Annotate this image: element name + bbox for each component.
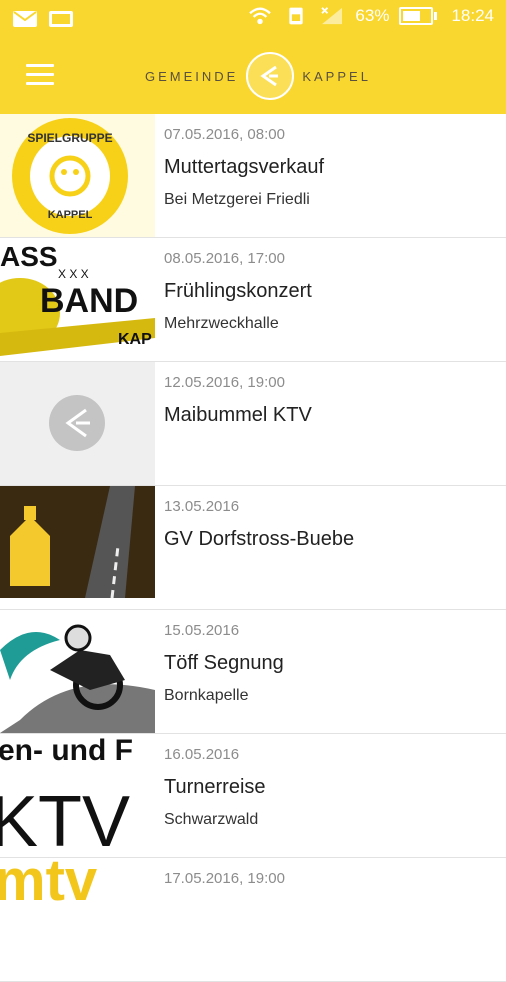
menu-icon bbox=[26, 64, 54, 67]
event-thumbnail: mtv bbox=[0, 858, 155, 981]
event-item[interactable]: en- und F KTV 16.05.2016 Turnerreise Sch… bbox=[0, 734, 506, 858]
wifi-icon bbox=[249, 7, 272, 25]
clock: 18:24 bbox=[451, 6, 494, 25]
thumb-text: KTV bbox=[0, 782, 130, 857]
event-date: 17.05.2016, 19:00 bbox=[164, 870, 285, 887]
event-list: SPIELGRUPPE KAPPEL 07.05.2016, 08:00 Mut… bbox=[0, 114, 506, 982]
mail-icon bbox=[13, 11, 37, 27]
event-thumbnail bbox=[0, 610, 155, 733]
event-thumbnail: en- und F KTV bbox=[0, 734, 155, 857]
event-thumbnail bbox=[0, 362, 155, 485]
logo-text-right: KAPPEL bbox=[302, 68, 371, 84]
event-location: Mehrzweckhalle bbox=[164, 315, 279, 332]
app-bar: GEMEINDE KAPPEL bbox=[0, 38, 506, 114]
status-bar: 63% 18:24 bbox=[0, 0, 506, 38]
thumb-text: BAND bbox=[40, 282, 138, 320]
event-title: Maibummel KTV bbox=[164, 404, 312, 426]
event-title: Töff Segnung bbox=[164, 652, 284, 674]
event-location: Schwarzwald bbox=[164, 811, 259, 828]
event-thumbnail: SPIELGRUPPE KAPPEL bbox=[0, 114, 155, 237]
event-item[interactable]: 15.05.2016 Töff Segnung Bornkapelle bbox=[0, 610, 506, 734]
event-date: 08.05.2016, 17:00 bbox=[164, 250, 285, 267]
thumb-text: ASS bbox=[0, 241, 58, 272]
gemeinde-logo: GEMEINDE KAPPEL bbox=[145, 52, 371, 100]
event-date: 12.05.2016, 19:00 bbox=[164, 374, 285, 391]
thumb-text: SPIELGRUPPE bbox=[27, 131, 112, 145]
event-date: 13.05.2016 bbox=[164, 498, 240, 515]
thumb-text: KAP bbox=[118, 331, 152, 348]
event-location: Bei Metzgerei Friedli bbox=[164, 191, 310, 208]
event-location: Bornkapelle bbox=[164, 687, 249, 704]
event-date: 07.05.2016, 08:00 bbox=[164, 126, 285, 143]
battery-icon bbox=[399, 7, 438, 25]
logo-icon bbox=[246, 52, 295, 100]
event-item[interactable]: mtv 17.05.2016, 19:00 bbox=[0, 858, 506, 982]
logo-text-left: GEMEINDE bbox=[145, 68, 239, 84]
event-date: 16.05.2016 bbox=[164, 746, 240, 763]
menu-button[interactable] bbox=[26, 64, 54, 86]
sim-icon bbox=[289, 7, 304, 25]
battery-percent: 63% bbox=[355, 6, 390, 25]
event-date: 15.05.2016 bbox=[164, 622, 240, 639]
thumb-text: KAPPEL bbox=[48, 209, 93, 221]
event-thumbnail: ASS X X X BAND KAP bbox=[0, 238, 155, 361]
event-item[interactable]: DB 13.05.2016 GV Dorfstross-Buebe bbox=[0, 486, 506, 610]
event-title: Turnerreise bbox=[164, 776, 266, 798]
event-title: GV Dorfstross-Buebe bbox=[164, 528, 355, 550]
event-title: Frühlingskonzert bbox=[164, 280, 312, 302]
svg-text:X X X: X X X bbox=[58, 267, 89, 281]
thumb-text: en- und F bbox=[0, 734, 133, 767]
event-item[interactable]: 12.05.2016, 19:00 Maibummel KTV bbox=[0, 362, 506, 486]
event-item[interactable]: SPIELGRUPPE KAPPEL 07.05.2016, 08:00 Mut… bbox=[0, 114, 506, 238]
event-thumbnail: DB bbox=[0, 486, 155, 609]
signal-icon bbox=[321, 7, 343, 25]
event-title: Muttertagsverkauf bbox=[164, 156, 325, 178]
image-icon bbox=[49, 11, 73, 27]
event-item[interactable]: ASS X X X BAND KAP 08.05.2016, 17:00 Frü… bbox=[0, 238, 506, 362]
thumb-text: mtv bbox=[0, 858, 97, 913]
